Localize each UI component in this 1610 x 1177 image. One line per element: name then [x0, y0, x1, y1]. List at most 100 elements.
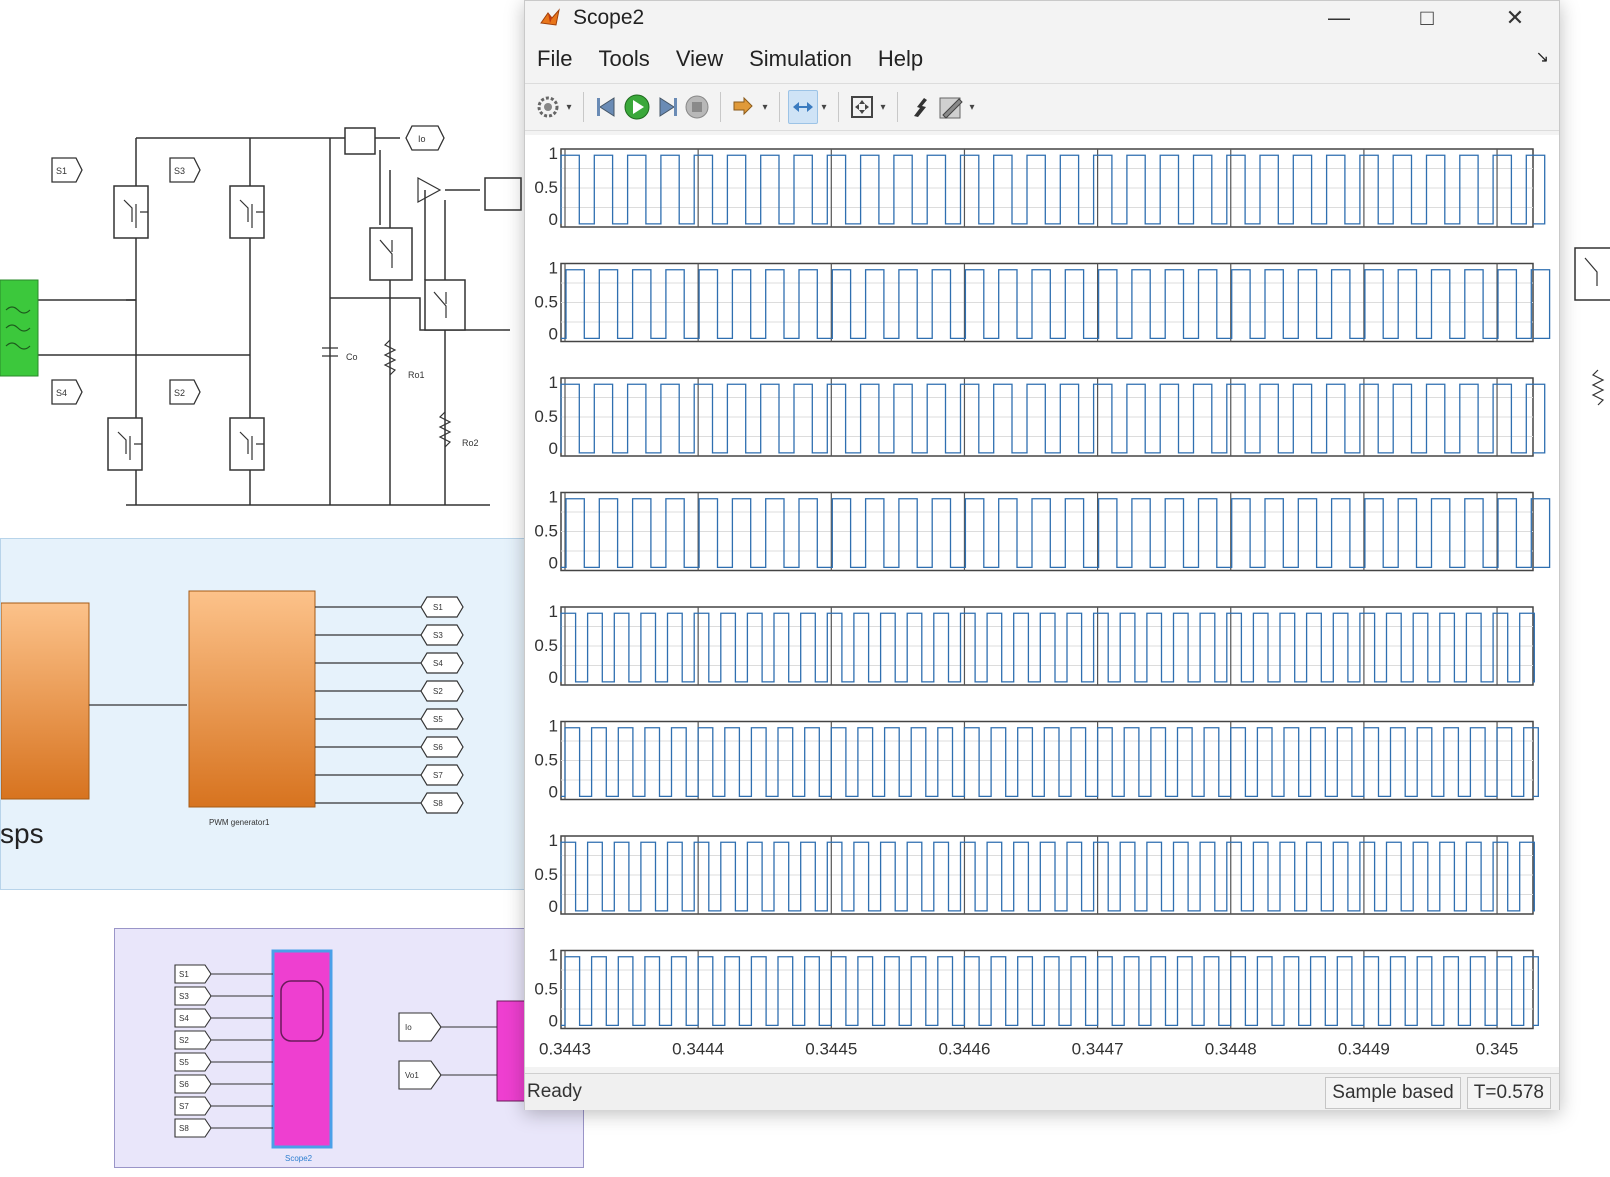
settings-gear-button[interactable]	[533, 90, 563, 124]
svg-text:S8: S8	[433, 799, 443, 808]
status-ready-text: Ready	[527, 1081, 582, 1102]
menu-simulation[interactable]: Simulation	[747, 44, 854, 74]
minimize-button[interactable]: —	[1295, 1, 1383, 35]
minimize-icon: —	[1328, 5, 1350, 30]
subplot-3: 10.50	[534, 373, 1546, 458]
toolbar-separator	[779, 92, 780, 122]
sample-mode-indicator: Sample based	[1325, 1077, 1461, 1109]
menu-file[interactable]: File	[535, 44, 574, 74]
step-forward-icon	[659, 97, 677, 117]
toolbar-separator	[720, 92, 721, 122]
svg-text:S2: S2	[174, 388, 185, 398]
subplot-4: 10.50	[534, 488, 1551, 573]
style-edit-icon	[939, 97, 963, 119]
x-tick-label: 0.345	[1476, 1040, 1519, 1059]
svg-text:Io: Io	[418, 134, 426, 144]
undock-arrow-icon[interactable]: ↘	[1536, 47, 1549, 67]
menu-tools[interactable]: Tools	[596, 44, 651, 74]
toolbar: ▾ ▾ ▾ ▾ ▾	[525, 83, 1559, 131]
stop-icon	[685, 95, 709, 119]
y-tick-label: 1	[549, 373, 558, 392]
scope-plot[interactable]: 10.5010.5010.5010.5010.5010.5010.5010.50…	[525, 135, 1559, 1067]
x-tick-label: 0.3443	[539, 1040, 591, 1059]
y-tick-label: 0	[549, 783, 558, 802]
svg-text:S3: S3	[433, 631, 443, 640]
svg-text:Co: Co	[346, 352, 358, 362]
y-tick-label: 0	[549, 897, 558, 916]
run-button[interactable]	[622, 90, 652, 124]
svg-text:Scope2: Scope2	[285, 1154, 313, 1163]
svg-text:S1: S1	[56, 166, 67, 176]
maximize-button[interactable]: □	[1383, 1, 1471, 35]
y-tick-label: 0.5	[534, 636, 558, 655]
stop-button[interactable]	[682, 90, 712, 124]
subplot-1: 10.50	[534, 144, 1546, 229]
svg-text:S1: S1	[433, 603, 443, 612]
y-tick-label: 1	[549, 144, 558, 163]
y-tick-label: 1	[549, 946, 558, 965]
scope-window[interactable]: Scope2 — □ ✕ File Tools View Simulation …	[524, 0, 1560, 1110]
fit-view-dropdown[interactable]: ▾	[877, 90, 889, 124]
y-tick-label: 1	[549, 602, 558, 621]
y-tick-label: 0	[549, 210, 558, 229]
y-tick-label: 0	[549, 1012, 558, 1031]
subplot-2: 10.50	[534, 259, 1551, 344]
y-tick-label: 0.5	[534, 980, 558, 999]
y-tick-label: 1	[549, 259, 558, 278]
menu-view[interactable]: View	[674, 44, 725, 74]
step-back-button[interactable]	[592, 90, 622, 124]
subplot-5: 10.50	[534, 602, 1535, 687]
close-icon: ✕	[1505, 5, 1525, 30]
svg-text:S6: S6	[433, 743, 443, 752]
svg-text:Ro2: Ro2	[462, 438, 479, 448]
svg-text:Ro1: Ro1	[408, 370, 425, 380]
sim-time-indicator: T=0.578	[1466, 1077, 1551, 1109]
scope-plot-area[interactable]: 1 0.5 0 1 0.5 0 1 0.5 0 1 0.5 0 1 0.5 0 1 0.5 0 1 0.5 0 1 0.5 0…	[525, 135, 1559, 1067]
window-title: Scope2	[573, 6, 645, 29]
y-tick-label: 0.5	[534, 407, 558, 426]
y-tick-label: 0	[549, 554, 558, 573]
y-tick-label: 1	[549, 831, 558, 850]
toolbar-separator	[838, 92, 839, 122]
step-forward-button[interactable]	[652, 90, 682, 124]
fit-view-icon	[851, 96, 873, 118]
fit-view-button[interactable]	[847, 90, 877, 124]
style-edit-button[interactable]	[936, 90, 966, 124]
cursor-measure-button[interactable]	[906, 90, 936, 124]
subplot-8: 10.50	[534, 946, 1539, 1031]
svg-text:S6: S6	[179, 1080, 189, 1089]
settings-dropdown[interactable]: ▾	[563, 90, 575, 124]
x-tick-label: 0.3448	[1205, 1040, 1257, 1059]
y-tick-label: 1	[549, 488, 558, 507]
zoom-axes-icon	[793, 102, 813, 112]
scope-block-diagram: S1 S3 S4 S2 S5 S6 S7 S8 Io Vo1 Scope2	[174, 949, 558, 1163]
x-tick-label: 0.3444	[672, 1040, 724, 1059]
matlab-icon	[540, 8, 560, 26]
highlight-dropdown[interactable]: ▾	[759, 90, 771, 124]
subplot-6: 10.50	[534, 717, 1539, 802]
pwm-area-caption: sps	[0, 818, 44, 849]
highlight-button[interactable]	[729, 90, 759, 124]
menu-bar: File Tools View Simulation Help ↘	[525, 41, 1559, 77]
close-button[interactable]: ✕	[1471, 1, 1559, 35]
y-tick-label: 0.5	[534, 178, 558, 197]
y-tick-label: 0	[549, 325, 558, 344]
toolbar-separator	[897, 92, 898, 122]
style-dropdown[interactable]: ▾	[966, 90, 978, 124]
y-tick-label: 0.5	[534, 865, 558, 884]
svg-text:Io: Io	[405, 1023, 412, 1032]
y-tick-label: 0	[549, 668, 558, 687]
zoom-axes-button[interactable]	[788, 90, 818, 124]
svg-text:S4: S4	[56, 388, 67, 398]
svg-text:S4: S4	[433, 659, 443, 668]
x-tick-label: 0.3446	[938, 1040, 990, 1059]
x-tick-label: 0.3445	[805, 1040, 857, 1059]
title-bar[interactable]: Scope2 — □ ✕	[525, 1, 1559, 35]
pwm-diagram: S1 S3 S4 S2 S5 S6 S7 S8 PWM generator1	[1, 590, 464, 827]
svg-text:S3: S3	[174, 166, 185, 176]
zoom-dropdown[interactable]: ▾	[818, 90, 830, 124]
menu-help[interactable]: Help	[876, 44, 925, 74]
step-back-icon	[597, 97, 615, 117]
svg-text:Vo1: Vo1	[405, 1071, 419, 1080]
x-tick-label: 0.3449	[1338, 1040, 1390, 1059]
